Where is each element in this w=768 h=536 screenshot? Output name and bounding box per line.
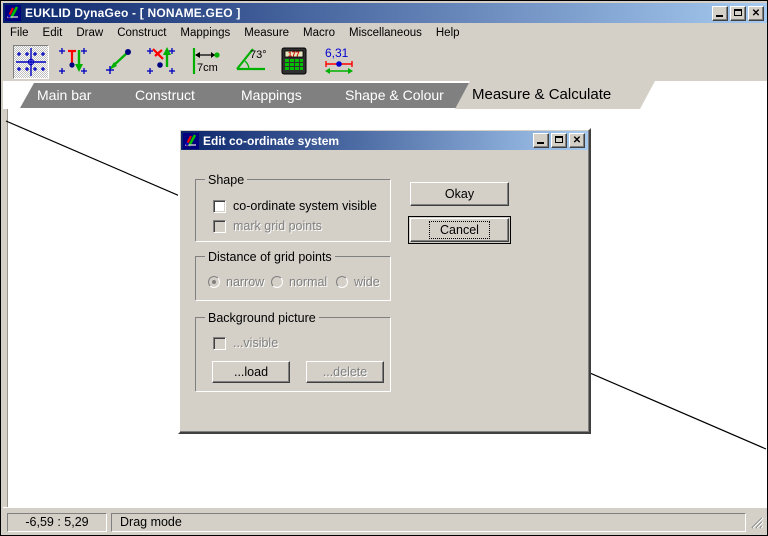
dialog-title-bar: Edit co-ordinate system ✕: [181, 131, 588, 150]
tab-mappings[interactable]: Mappings: [224, 83, 346, 108]
tab-main-bar[interactable]: Main bar: [20, 83, 134, 108]
load-background-button[interactable]: ...load: [212, 361, 290, 383]
checkbox-box-icon: [213, 336, 226, 350]
resize-grip-icon[interactable]: [748, 514, 764, 530]
menu-item-mappings[interactable]: Mappings: [173, 26, 237, 40]
menu-item-file[interactable]: File: [3, 26, 36, 40]
maximize-icon: [552, 134, 566, 147]
application-window: EUKLID DynaGeo - [ NONAME.GEO ] ✕ File E…: [0, 0, 768, 536]
measure-angle-label: 73°: [250, 49, 267, 61]
status-coordinates: -6,59 : 5,29: [7, 512, 107, 532]
checkbox-box-icon: [213, 219, 226, 233]
radio-normal: normal: [271, 275, 327, 289]
checkbox-coordinate-system-visible[interactable]: co-ordinate system visible: [213, 199, 377, 213]
dynageo-app-icon: [5, 5, 21, 21]
measure-term-icon[interactable]: 6,31: [321, 45, 357, 79]
close-button[interactable]: ✕: [748, 5, 764, 21]
dynageo-app-icon: [183, 132, 199, 149]
radio-button-icon: [208, 276, 220, 288]
measure-distance-icon[interactable]: 7cm: [189, 45, 225, 79]
dialog-body: Shape co-ordinate system visible mark gr…: [180, 151, 589, 432]
radio-button-icon: [336, 276, 348, 288]
window-title-bar: EUKLID DynaGeo - [ NONAME.GEO ] ✕: [3, 3, 767, 23]
cancel-button[interactable]: Cancel: [408, 216, 511, 244]
window-controls: ✕: [712, 5, 764, 21]
toolbar: 7cm 73° 177 6,31: [3, 42, 767, 81]
group-shape-legend: Shape: [205, 173, 248, 187]
group-distance-legend: Distance of grid points: [205, 250, 335, 264]
close-icon: ✕: [572, 135, 582, 146]
window-title-text: EUKLID DynaGeo - [ NONAME.GEO ]: [25, 6, 241, 20]
maximize-button[interactable]: [730, 5, 746, 21]
measure-angle-icon[interactable]: 73°: [233, 45, 269, 79]
menu-item-help[interactable]: Help: [429, 26, 467, 40]
measure-term-label: 6,31: [325, 46, 349, 60]
tab-construct[interactable]: Construct: [118, 83, 242, 108]
measure-distance-label: 7cm: [197, 62, 218, 74]
edit-coordinate-system-dialog: Edit co-ordinate system ✕ Shape co-ordin…: [178, 128, 591, 434]
minimize-icon: [713, 7, 727, 20]
radio-wide: wide: [336, 275, 380, 289]
delete-background-button[interactable]: ...delete: [306, 361, 384, 383]
calculator-display-label: 177: [288, 51, 300, 58]
close-icon: ✕: [751, 7, 761, 19]
checkbox-label: ...visible: [233, 336, 279, 350]
status-bar: -6,59 : 5,29 Drag mode: [3, 507, 767, 535]
tab-measure-calculate[interactable]: Measure & Calculate: [455, 81, 655, 109]
calculator-icon[interactable]: 177: [277, 45, 313, 79]
group-background-legend: Background picture: [205, 311, 319, 325]
radio-label: narrow: [226, 275, 265, 289]
dialog-title-text: Edit co-ordinate system: [203, 133, 340, 148]
minimize-button[interactable]: [712, 5, 728, 21]
dialog-minimize-button[interactable]: [533, 133, 549, 148]
reflect-point-at-axis-icon[interactable]: [57, 45, 93, 79]
radio-label: normal: [289, 275, 328, 289]
tab-strip: Main bar Construct Mappings Shape & Colo…: [3, 81, 767, 109]
menu-item-macro[interactable]: Macro: [296, 26, 342, 40]
grid-coordinate-system-icon[interactable]: [13, 44, 49, 79]
status-mode: Drag mode: [111, 512, 746, 532]
cancel-button-label: Cancel: [429, 221, 490, 239]
radio-label: wide: [354, 275, 380, 289]
checkbox-label: co-ordinate system visible: [233, 199, 377, 213]
checkbox-mark-grid-points: mark grid points: [213, 219, 322, 233]
minimize-icon: [534, 134, 548, 147]
menu-item-miscellaneous[interactable]: Miscellaneous: [342, 26, 429, 40]
group-background-picture: Background picture ...visible ...load ..…: [195, 311, 391, 392]
okay-button[interactable]: Okay: [410, 182, 509, 206]
dialog-maximize-button[interactable]: [551, 133, 567, 148]
menu-item-construct[interactable]: Construct: [110, 26, 173, 40]
translate-point-vector-icon[interactable]: [101, 45, 137, 79]
checkbox-label: mark grid points: [233, 219, 322, 233]
checkbox-background-visible: ...visible: [213, 336, 278, 350]
menu-item-measure[interactable]: Measure: [237, 26, 296, 40]
menu-item-draw[interactable]: Draw: [69, 26, 110, 40]
cancel-button-inner: Cancel: [410, 218, 509, 242]
dialog-close-button[interactable]: ✕: [569, 133, 585, 148]
checkbox-box-icon[interactable]: [213, 199, 226, 213]
menu-bar: File Edit Draw Construct Mappings Measur…: [3, 24, 767, 42]
menu-item-edit[interactable]: Edit: [36, 26, 70, 40]
group-shape: Shape co-ordinate system visible mark gr…: [195, 173, 391, 242]
radio-narrow: narrow: [208, 275, 264, 289]
maximize-icon: [731, 7, 745, 20]
group-distance-of-grid-points: Distance of grid points narrow normal wi…: [195, 250, 391, 301]
radio-button-icon: [271, 276, 283, 288]
dialog-window-controls: ✕: [533, 133, 585, 148]
rotate-point-icon[interactable]: [145, 45, 181, 79]
